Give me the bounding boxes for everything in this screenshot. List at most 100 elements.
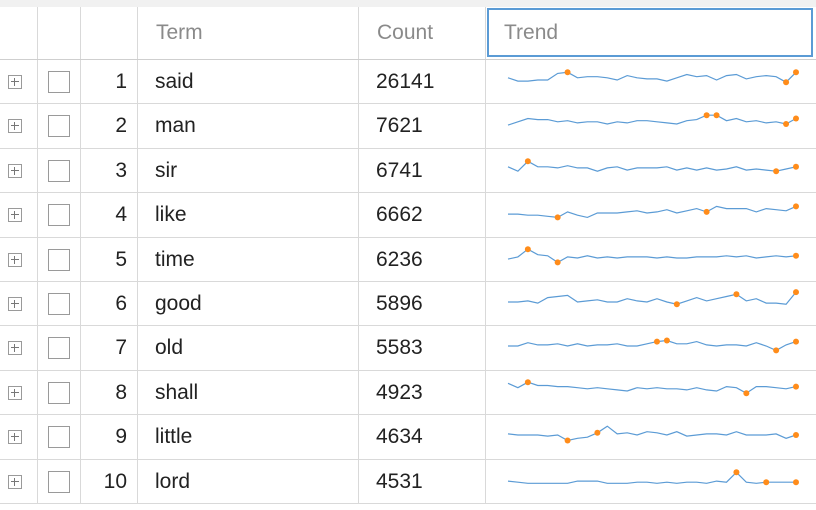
- row-checkbox[interactable]: [48, 115, 70, 138]
- trend-line: [507, 160, 797, 172]
- header-index-column: [81, 7, 138, 59]
- expand-cell: [0, 237, 38, 281]
- trend-marker: [594, 429, 601, 436]
- trend-marker: [733, 468, 740, 475]
- term-text: time: [155, 247, 195, 271]
- index-cell: 3: [81, 148, 138, 193]
- trend-line: [507, 114, 797, 127]
- trend-marker: [713, 112, 720, 119]
- trend-marker: [773, 167, 780, 174]
- row-checkbox[interactable]: [48, 470, 70, 493]
- count-text: 7621: [376, 114, 423, 138]
- expand-icon[interactable]: [8, 385, 22, 400]
- select-cell: [38, 60, 81, 104]
- index-cell: 5: [81, 237, 138, 281]
- trend-cell: [486, 415, 816, 458]
- trend-marker: [783, 79, 790, 86]
- trend-marker: [733, 291, 740, 298]
- trend-cell: [486, 193, 816, 236]
- trend-marker: [743, 389, 750, 396]
- row-checkbox[interactable]: [48, 159, 70, 182]
- term-cell: little: [138, 415, 359, 459]
- term-text: said: [155, 70, 194, 93]
- expand-icon[interactable]: [8, 119, 22, 134]
- row-index: 6: [115, 291, 127, 315]
- term-text: man: [155, 114, 196, 138]
- row-checkbox[interactable]: [48, 248, 70, 271]
- count-text: 4634: [376, 425, 423, 449]
- expand-cell: [0, 148, 38, 193]
- expand-icon[interactable]: [8, 474, 22, 489]
- select-cell: [38, 281, 81, 326]
- row-checkbox[interactable]: [48, 71, 70, 93]
- table-row[interactable]: 4 like 6662: [0, 193, 816, 238]
- expand-icon[interactable]: [8, 163, 22, 178]
- index-cell: 10: [81, 459, 138, 503]
- expand-icon[interactable]: [8, 430, 22, 445]
- trend-sparkline: [508, 289, 799, 308]
- trend-marker: [793, 478, 799, 485]
- expand-icon[interactable]: [8, 208, 22, 223]
- row-checkbox[interactable]: [48, 381, 70, 404]
- table-row[interactable]: 10 lord 4531: [0, 459, 816, 504]
- row-index: 7: [115, 336, 127, 360]
- term-cell: good: [138, 281, 359, 326]
- expand-cell: [0, 193, 38, 237]
- row-index: 9: [115, 425, 127, 449]
- trend-marker: [524, 245, 531, 252]
- table-row[interactable]: 3 sir 6741: [0, 148, 816, 194]
- expand-cell: [0, 415, 38, 459]
- table-row[interactable]: 1 said 26141: [0, 60, 816, 105]
- table-row[interactable]: 7 old 5583: [0, 326, 816, 371]
- trend-marker: [564, 69, 571, 76]
- row-checkbox[interactable]: [48, 292, 70, 315]
- row-index: 3: [115, 158, 127, 182]
- expand-icon[interactable]: [8, 75, 22, 89]
- expand-cell: [0, 326, 38, 370]
- table-row[interactable]: 9 little 4634: [0, 415, 816, 460]
- table-row[interactable]: 2 man 7621: [0, 104, 816, 149]
- trend-marker: [673, 301, 680, 308]
- trend-line: [507, 71, 797, 83]
- expand-icon[interactable]: [8, 296, 22, 311]
- row-checkbox[interactable]: [48, 337, 70, 360]
- trend-cell: [486, 60, 816, 103]
- header-trend[interactable]: Trend: [486, 7, 816, 59]
- trend-marker: [524, 378, 531, 385]
- term-text: lord: [155, 469, 191, 493]
- select-cell: [38, 370, 81, 415]
- expand-cell: [0, 370, 38, 415]
- table-row[interactable]: 8 shall 4923: [0, 370, 816, 416]
- trend-marker: [793, 383, 799, 390]
- expand-icon[interactable]: [8, 252, 22, 267]
- term-cell: said: [138, 60, 359, 104]
- row-checkbox[interactable]: [48, 426, 70, 449]
- trend-marker: [793, 203, 799, 210]
- header-count[interactable]: Count: [359, 7, 486, 59]
- trend-marker: [554, 214, 561, 221]
- trend-cell: [486, 238, 816, 281]
- top-strip: [0, 0, 816, 7]
- header-term[interactable]: Term: [138, 7, 359, 59]
- trend-line: [507, 381, 797, 394]
- trend-sparkline: [507, 378, 799, 396]
- term-text: sir: [155, 158, 178, 182]
- index-cell: 4: [81, 193, 138, 237]
- table-row[interactable]: 6 good 5896: [0, 281, 816, 327]
- table-row[interactable]: 5 time 6236: [0, 237, 816, 282]
- trend-marker: [793, 69, 799, 76]
- header-expand-column: [0, 7, 38, 59]
- term-cell: man: [138, 104, 359, 148]
- expand-icon[interactable]: [8, 341, 22, 356]
- trend-marker: [703, 209, 710, 216]
- term-cell: old: [138, 326, 359, 370]
- row-checkbox[interactable]: [48, 204, 70, 227]
- index-cell: 6: [81, 281, 138, 326]
- trend-sparkline: [507, 425, 799, 444]
- trend-cell: [486, 149, 816, 192]
- trend-marker: [773, 347, 780, 354]
- count-text: 4531: [376, 469, 423, 493]
- term-text: like: [155, 203, 187, 227]
- trend-sparkline: [508, 337, 799, 354]
- header-trend-label: Trend: [504, 21, 559, 44]
